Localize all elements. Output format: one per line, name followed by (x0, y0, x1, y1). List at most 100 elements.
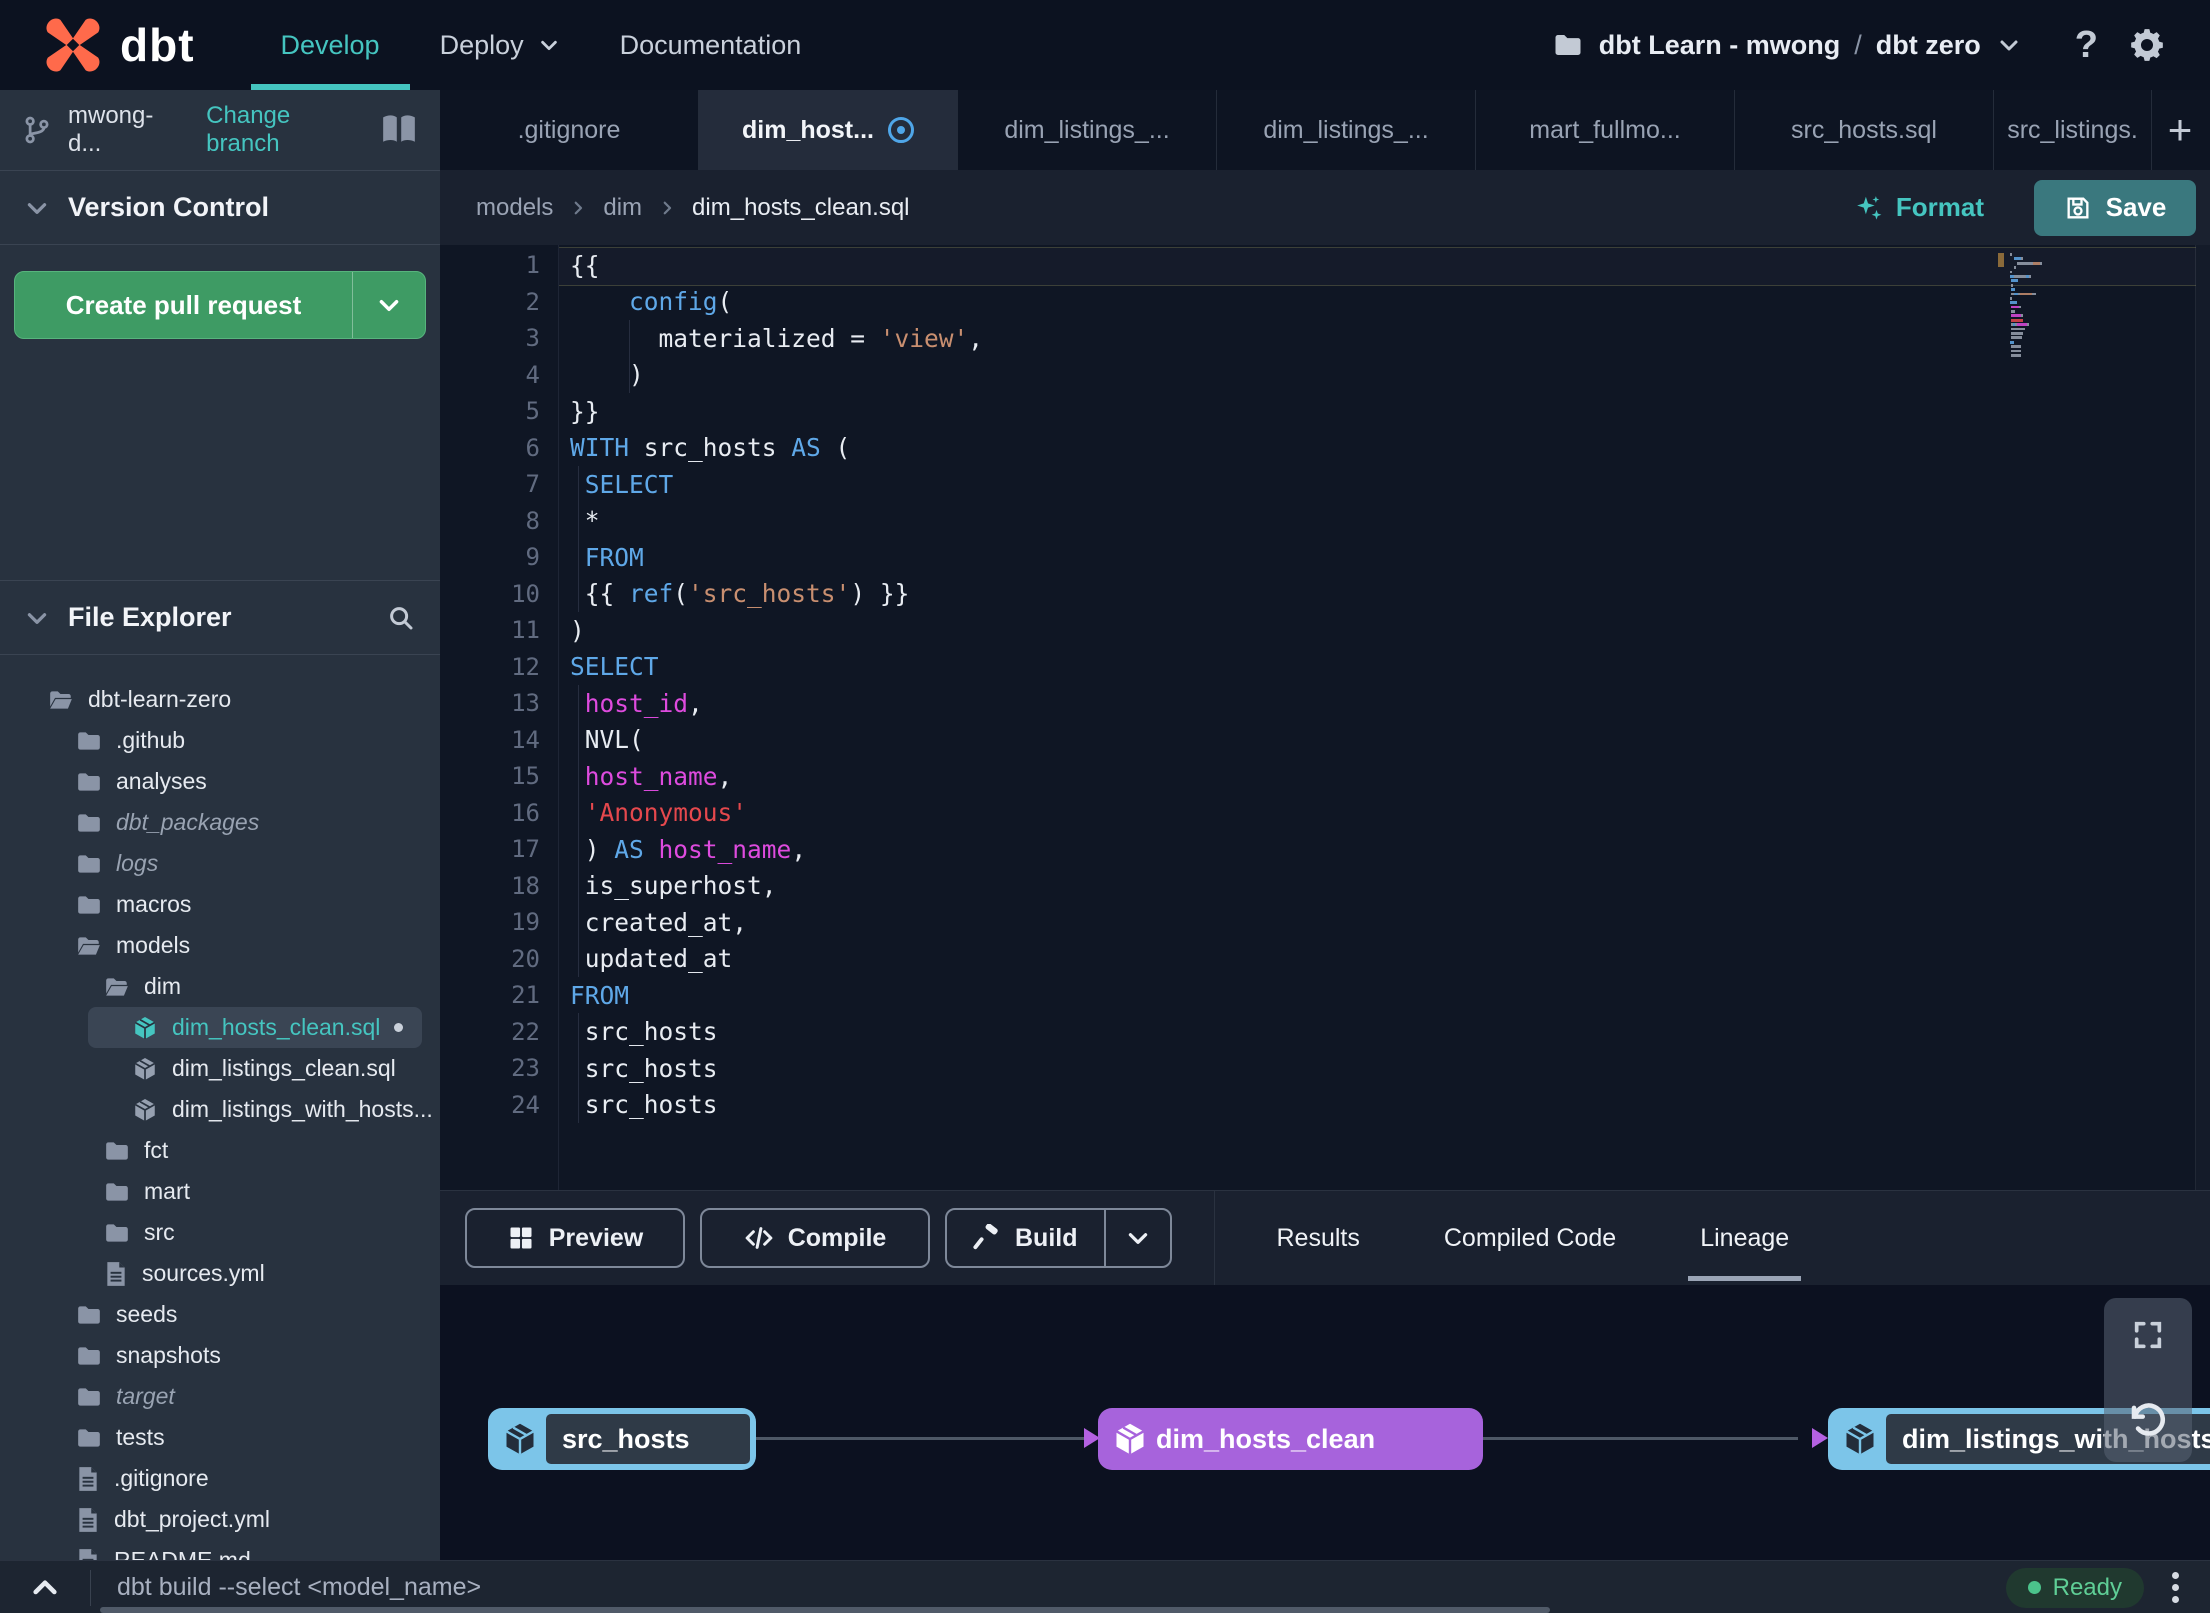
project-name[interactable]: dbt zero (1876, 30, 1981, 61)
code-line-15[interactable]: 15 host_name, (440, 758, 2210, 795)
code-line-4[interactable]: 4 ) (440, 357, 2210, 394)
tree-item-target[interactable]: target (0, 1376, 440, 1417)
tree-item-models[interactable]: models (0, 925, 440, 966)
version-control-header[interactable]: Version Control (0, 171, 440, 245)
tree-item-analyses[interactable]: analyses (0, 761, 440, 802)
tree-item-src[interactable]: src (0, 1212, 440, 1253)
change-branch-link[interactable]: Change branch (206, 102, 364, 158)
code-editor[interactable]: 1{{2 config(3 materialized = 'view', 4 ) 5… (440, 245, 2210, 1190)
dbt-ide-window: dbt Develop Deploy Documentation dbt Lea… (0, 0, 2210, 1613)
lineage-node-src-hosts[interactable]: src_hosts (488, 1408, 756, 1470)
create-pull-request-button[interactable]: Create pull request (14, 271, 426, 339)
dbt-logo[interactable]: dbt (0, 0, 251, 90)
fullscreen-icon[interactable] (2131, 1318, 2165, 1352)
code-line-23[interactable]: 23 src_hosts (440, 1050, 2210, 1087)
tree-item-dim-listings-clean-sql[interactable]: dim_listings_clean.sql (0, 1048, 440, 1089)
tree-item-dbt-learn-zero[interactable]: dbt-learn-zero (0, 679, 440, 720)
tree-item-snapshots[interactable]: snapshots (0, 1335, 440, 1376)
code-line-1[interactable]: 1 {{ (440, 247, 2210, 284)
editor-scrollbar[interactable] (2195, 245, 2210, 1190)
minimap[interactable] (2010, 253, 2072, 358)
code-line-14[interactable]: 14 NVL( (440, 722, 2210, 759)
docs-book-icon[interactable] (380, 114, 418, 146)
editor-tab-dim-listings[interactable]: dim_listings_... (958, 90, 1217, 170)
tree-item-seeds[interactable]: seeds (0, 1294, 440, 1335)
nav-item-develop[interactable]: Develop (250, 0, 410, 90)
build-button[interactable]: Build (947, 1210, 1104, 1266)
breadcrumb-dim[interactable]: dim (603, 194, 642, 222)
tree-item-github[interactable]: .github (0, 720, 440, 761)
nav-item-documentation[interactable]: Documentation (590, 0, 832, 90)
compile-button[interactable]: Compile (700, 1208, 930, 1268)
tree-item-gitignore[interactable]: .gitignore (0, 1458, 440, 1499)
editor-tab-dim-host[interactable]: dim_host... (699, 90, 958, 170)
format-button[interactable]: Format (1854, 192, 1984, 223)
preview-button[interactable]: Preview (465, 1208, 685, 1268)
tree-item-dim[interactable]: dim (0, 966, 440, 1007)
code-line-5[interactable]: 5}} (440, 393, 2210, 430)
code-line-22[interactable]: 22 src_hosts (440, 1014, 2210, 1051)
code-line-21[interactable]: 21 FROM (440, 977, 2210, 1014)
tree-item-mart[interactable]: mart (0, 1171, 440, 1212)
tree-item-label: logs (116, 850, 159, 876)
code-line-9[interactable]: 9 FROM (440, 539, 2210, 576)
line-content: WITH src_hosts AS ( (570, 433, 851, 463)
file-explorer-header[interactable]: File Explorer (0, 580, 440, 655)
code-line-3[interactable]: 3 materialized = 'view', (440, 320, 2210, 357)
code-line-13[interactable]: 13 host_id, (440, 685, 2210, 722)
kebab-menu-icon[interactable] (2144, 1572, 2206, 1603)
lineage-canvas[interactable]: src_hosts dim_hosts_clean dim_listings_w… (440, 1285, 2210, 1560)
lineage-node-dim-hosts-clean[interactable]: dim_hosts_clean (1098, 1408, 1483, 1470)
code-line-19[interactable]: 19 created_at, (440, 904, 2210, 941)
code-line-18[interactable]: 18 is_superhost, (440, 868, 2210, 905)
save-button[interactable]: Save (2034, 179, 2196, 236)
chevron-down-icon[interactable] (1981, 33, 2037, 57)
gear-icon[interactable] (2112, 26, 2182, 64)
status-badge[interactable]: Ready (2005, 1567, 2144, 1608)
refresh-icon[interactable] (2127, 1400, 2169, 1442)
tree-item-dim-hosts-clean-sql[interactable]: dim_hosts_clean.sql (88, 1007, 422, 1048)
tree-item-macros[interactable]: macros (0, 884, 440, 925)
code-line-12[interactable]: 12 SELECT (440, 649, 2210, 686)
code-line-2[interactable]: 2 config( (440, 284, 2210, 321)
minimap-line (2010, 305, 2072, 309)
horizontal-scrollbar[interactable] (100, 1607, 1550, 1613)
tree-item-dim-listings-with-hosts[interactable]: dim_listings_with_hosts... (0, 1089, 440, 1130)
tab-compiled-code[interactable]: Compiled Code (1402, 1191, 1658, 1285)
chevron-up-icon[interactable] (0, 1572, 90, 1604)
command-bar: dbt build --select <model_name> Ready (0, 1560, 2210, 1613)
editor-tab-src-listings[interactable]: src_listings. (1994, 90, 2152, 170)
pr-dropdown-caret[interactable] (352, 272, 425, 338)
tree-item-logs[interactable]: logs (0, 843, 440, 884)
code-line-11[interactable]: 11) (440, 612, 2210, 649)
command-input[interactable]: dbt build --select <model_name> (117, 1573, 481, 1602)
account-name[interactable]: dbt Learn - mwong (1599, 30, 1840, 61)
tree-item-dbt-project-yml[interactable]: dbt_project.yml (0, 1499, 440, 1540)
code-line-16[interactable]: 16 'Anonymous' (440, 795, 2210, 832)
code-line-17[interactable]: 17 ) AS host_name, (440, 831, 2210, 868)
tab-results[interactable]: Results (1235, 1191, 1402, 1285)
tree-item-readme-md[interactable]: README.md (0, 1540, 440, 1560)
tree-item-sources-yml[interactable]: sources.yml (0, 1253, 440, 1294)
code-line-6[interactable]: 6 WITH src_hosts AS ( (440, 430, 2210, 467)
editor-tab-src-hosts-sql[interactable]: src_hosts.sql (1735, 90, 1994, 170)
code-line-10[interactable]: 10 {{ ref('src_hosts') }} (440, 576, 2210, 613)
code-line-24[interactable]: 24 src_hosts (440, 1087, 2210, 1124)
tab-lineage[interactable]: Lineage (1658, 1191, 1831, 1285)
help-button[interactable]: ? (2061, 24, 2112, 67)
code-line-7[interactable]: 7 SELECT (440, 466, 2210, 503)
nav-item-deploy[interactable]: Deploy (410, 0, 590, 90)
editor-tab-gitignore[interactable]: .gitignore (440, 90, 699, 170)
code-line-20[interactable]: 20 updated_at (440, 941, 2210, 978)
editor-tab-dim-listings[interactable]: dim_listings_... (1217, 90, 1476, 170)
tree-item-fct[interactable]: fct (0, 1130, 440, 1171)
build-dropdown-caret[interactable] (1103, 1210, 1170, 1266)
tree-item-dbt-packages[interactable]: dbt_packages (0, 802, 440, 843)
tree-item-label: dbt_packages (116, 809, 260, 835)
code-line-8[interactable]: 8 * (440, 503, 2210, 540)
breadcrumb-models[interactable]: models (476, 194, 553, 222)
tree-item-tests[interactable]: tests (0, 1417, 440, 1458)
new-tab-button[interactable]: + (2152, 90, 2208, 170)
editor-tab-mart-fullmo[interactable]: mart_fullmo... (1476, 90, 1735, 170)
search-icon[interactable] (386, 603, 416, 633)
